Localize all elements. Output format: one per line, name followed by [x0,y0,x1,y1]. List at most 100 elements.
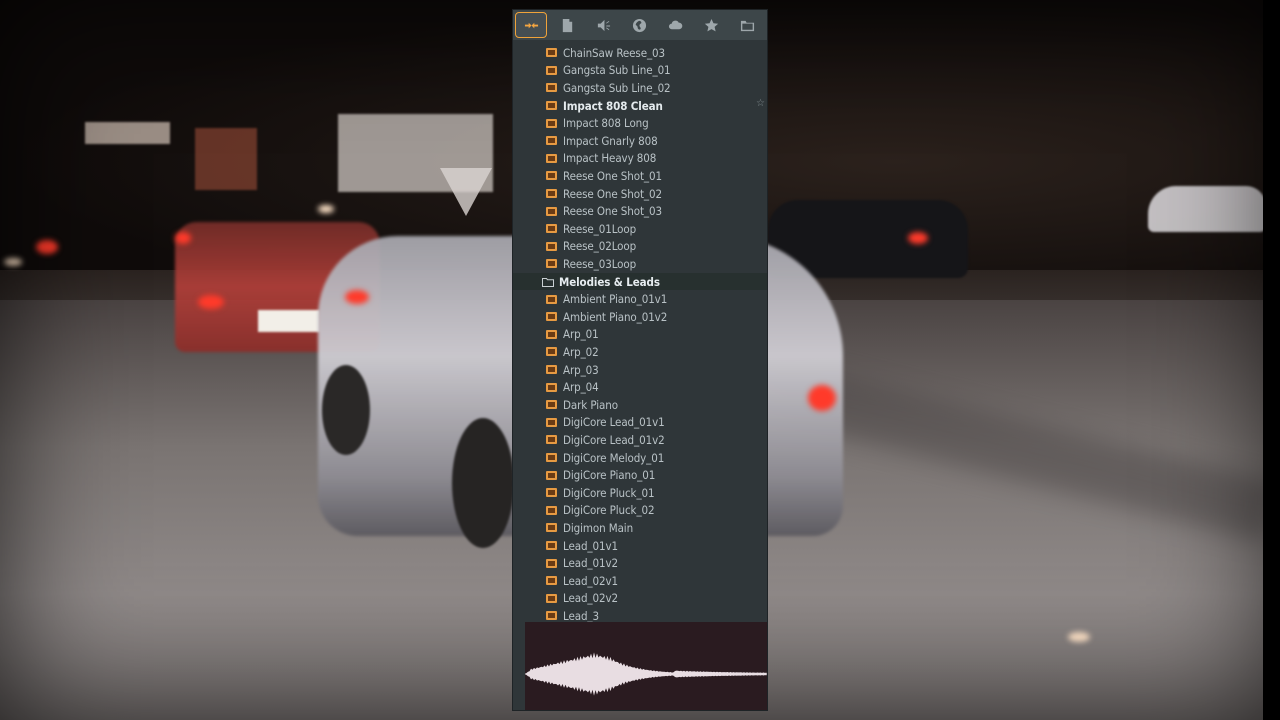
browser-file-item[interactable]: Lead_02v2 [513,590,767,608]
audio-file-icon [546,171,557,181]
folder-icon [542,277,554,287]
browser-item-label: Reese One Shot_02 [563,186,662,201]
files-tab[interactable] [549,10,585,40]
audio-file-icon [546,312,557,322]
browser-file-item[interactable]: DigiCore Lead_01v1 [513,414,767,432]
browser-item-label: DigiCore Lead_01v1 [563,415,665,430]
waveform-preview[interactable] [525,622,767,710]
star-icon [704,18,718,31]
audio-file-icon [546,189,557,199]
browser-file-item[interactable]: DigiCore Lead_01v2 [513,431,767,449]
audio-file-icon [546,259,557,269]
browser-item-label: Ambient Piano_01v1 [563,292,668,307]
browser-folder-item[interactable]: Melodies & Leads [513,272,767,291]
audio-file-icon [546,294,557,304]
sounds-tab[interactable] [585,10,621,40]
cloud-tab[interactable] [657,10,693,40]
browser-file-item[interactable]: DigiCore Melody_01 [513,449,767,467]
browser-item-label: Lead_01v2 [563,556,618,571]
browser-file-item[interactable]: Lead_01v1 [513,537,767,555]
audio-file-icon [546,65,557,75]
browser-file-item[interactable]: Dark Piano [513,396,767,414]
speaker-icon [597,19,610,31]
browser-item-label: Reese_01Loop [563,221,637,236]
audio-file-icon [546,470,557,480]
browser-item-label: Arp_02 [563,344,599,359]
all-tab[interactable] [515,12,547,38]
browser-file-item[interactable]: Impact 808 Clean ☆ [513,97,767,115]
audio-file-icon [546,347,557,357]
browser-file-item[interactable]: Ambient Piano_01v2 [513,308,767,326]
browser-item-label: DigiCore Pluck_01 [563,485,655,500]
browser-file-item[interactable]: Gangsta Sub Line_01 [513,62,767,80]
browser-file-item[interactable]: Lead_02v1 [513,572,767,590]
plugin-db-tab[interactable] [621,10,657,40]
browser-file-list[interactable]: ChainSaw Reese_03 Gangsta Sub Line_01 Gang… [513,44,767,622]
audio-file-icon [546,83,557,93]
browser-item-label: ChainSaw Reese_03 [563,45,666,60]
audio-file-icon [546,417,557,427]
browser-file-item[interactable]: Gangsta Sub Line_02 [513,79,767,97]
audio-file-icon [546,453,557,463]
browser-item-label: Ambient Piano_01v2 [563,309,668,324]
audio-file-icon [546,435,557,445]
browser-file-item[interactable]: DigiCore Pluck_01 [513,484,767,502]
browser-panel: ChainSaw Reese_03 Gangsta Sub Line_01 Gang… [513,10,767,710]
folder-tab[interactable] [729,10,765,40]
audio-file-icon [546,329,557,339]
audio-file-icon [546,241,557,251]
browser-item-label: DigiCore Lead_01v2 [563,432,665,447]
browser-file-item[interactable]: Arp_03 [513,361,767,379]
browser-file-item[interactable]: Digimon Main [513,519,767,537]
browser-file-item[interactable]: Reese One Shot_01 [513,167,767,185]
folder-icon [740,20,754,31]
plugin-arrows-icon [524,22,538,28]
browser-file-item[interactable]: DigiCore Piano_01 [513,466,767,484]
browser-item-label: DigiCore Pluck_02 [563,503,655,518]
browser-item-label: Reese One Shot_03 [563,204,662,219]
audio-file-icon [546,224,557,234]
audio-file-icon [546,611,557,621]
audio-file-icon [546,136,557,146]
browser-item-label: Impact Heavy 808 [563,151,657,166]
favorite-star-icon[interactable]: ☆ [756,98,765,109]
browser-file-item[interactable]: ChainSaw Reese_03 [513,44,767,62]
browser-file-item[interactable]: Lead_01v2 [513,554,767,572]
browser-file-item[interactable]: Reese_03Loop [513,255,767,273]
audio-file-icon [546,576,557,586]
browser-item-label: Melodies & Leads [559,274,660,289]
globe-icon [632,18,646,32]
browser-file-item[interactable]: Impact Heavy 808 [513,150,767,168]
audio-file-icon [546,101,557,111]
browser-item-label: Lead_02v2 [563,591,618,606]
audio-file-icon [546,48,557,58]
browser-file-item[interactable]: Impact Gnarly 808 [513,132,767,150]
browser-file-item[interactable]: Lead_3 [513,607,767,622]
browser-file-item[interactable]: Reese_02Loop [513,238,767,256]
browser-file-item[interactable]: Impact 808 Long [513,114,767,132]
browser-file-item[interactable]: Arp_04 [513,378,767,396]
browser-item-label: Arp_04 [563,380,599,395]
browser-item-label: Impact Gnarly 808 [563,133,658,148]
browser-file-item[interactable]: Arp_01 [513,326,767,344]
favorites-tab[interactable] [693,10,729,40]
browser-file-item[interactable]: DigiCore Pluck_02 [513,502,767,520]
browser-item-label: Reese One Shot_01 [563,168,662,183]
browser-file-item[interactable]: Arp_02 [513,343,767,361]
browser-item-label: DigiCore Piano_01 [563,468,656,483]
audio-file-icon [546,593,557,603]
browser-item-label: Arp_03 [563,362,599,377]
audio-file-icon [546,153,557,163]
browser-file-item[interactable]: Ambient Piano_01v1 [513,290,767,308]
browser-item-label: DigiCore Melody_01 [563,450,665,465]
audio-file-icon [546,365,557,375]
browser-item-label: Gangsta Sub Line_01 [563,63,671,78]
browser-file-item[interactable]: Reese One Shot_03 [513,202,767,220]
browser-item-label: Arp_01 [563,327,599,342]
audio-file-icon [546,206,557,216]
browser-item-label: Reese_02Loop [563,239,637,254]
browser-file-item[interactable]: Reese_01Loop [513,220,767,238]
browser-item-label: Dark Piano [563,397,618,412]
audio-file-icon [546,400,557,410]
browser-file-item[interactable]: Reese One Shot_02 [513,185,767,203]
